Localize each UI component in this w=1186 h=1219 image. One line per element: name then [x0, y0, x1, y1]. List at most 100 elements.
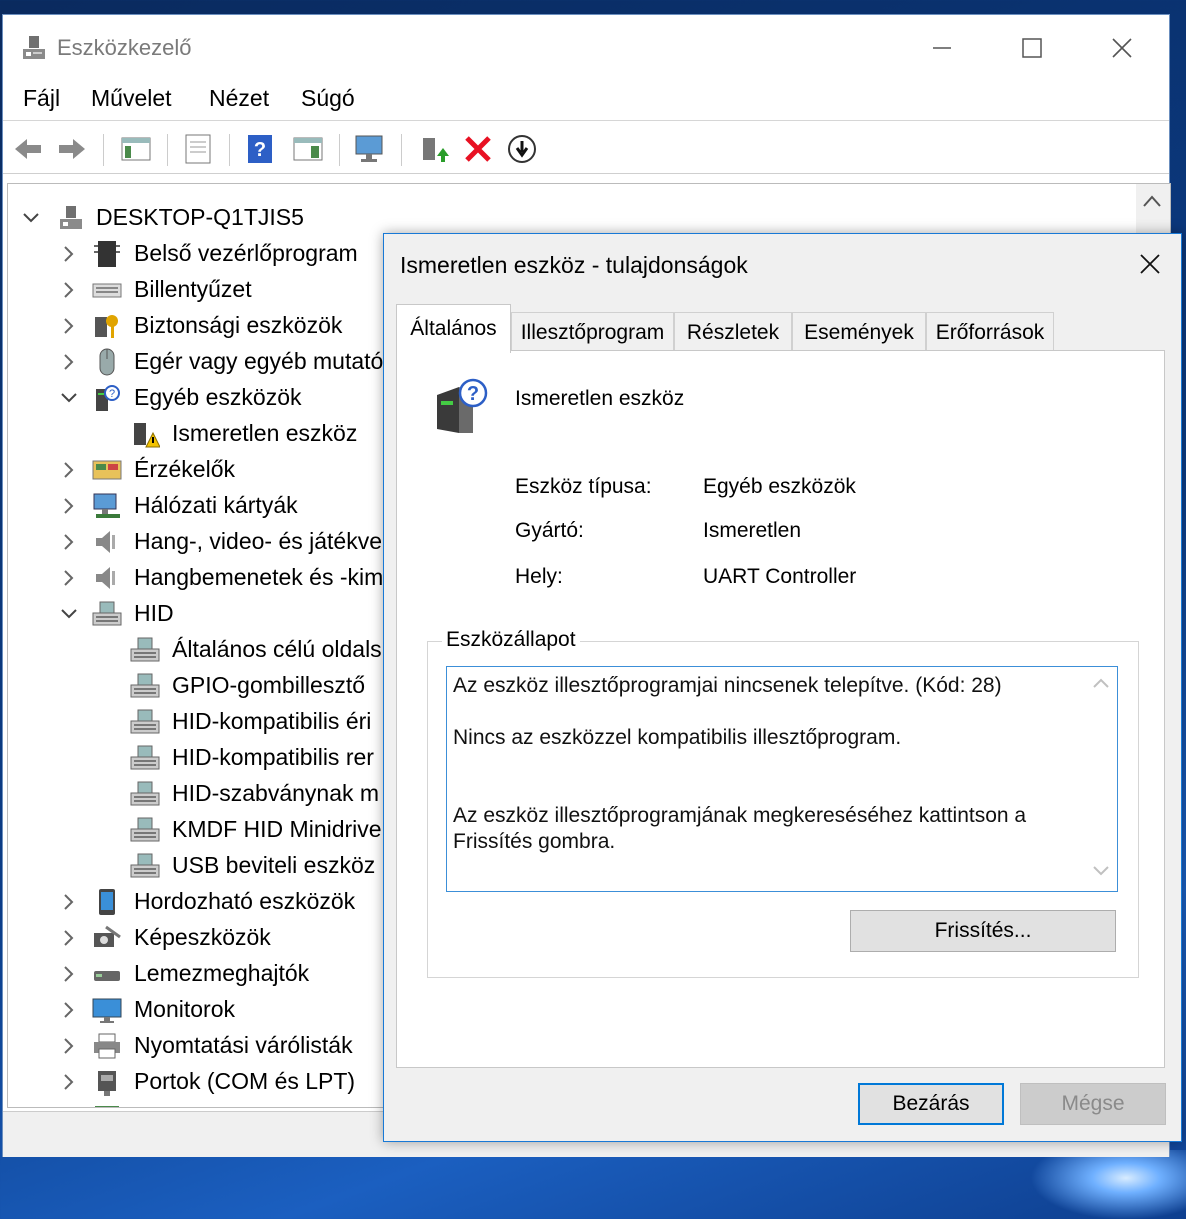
minimize-button[interactable] [897, 23, 987, 73]
chevron-right-icon[interactable] [58, 891, 80, 913]
hid-icon [130, 779, 160, 809]
dialog-tabs: Általános Illesztőprogram Részletek Esem… [396, 304, 1166, 353]
tree-item-label: HID-szabványnak m [172, 780, 380, 806]
tab-resources[interactable]: Erőforrások [926, 312, 1054, 352]
chevron-right-icon[interactable] [58, 243, 80, 265]
chevron-right-icon[interactable] [58, 315, 80, 337]
security-key-icon [92, 311, 122, 341]
tab-general[interactable]: Általános [396, 304, 511, 353]
tree-item-label: KMDF HID Minidrive [172, 816, 382, 842]
menu-help[interactable]: Súgó [301, 85, 355, 112]
scan-hardware-icon[interactable] [353, 132, 387, 166]
menu-action[interactable]: Művelet [91, 85, 172, 112]
chevron-right-icon[interactable] [58, 999, 80, 1021]
chevron-down-icon[interactable] [58, 603, 80, 625]
tab-details[interactable]: Részletek [674, 312, 792, 352]
status-line-2: Nincs az eszközzel kompatibilis illesztő… [453, 726, 902, 749]
tree-item-label: Hordozható eszközök [134, 888, 356, 914]
chevron-down-icon[interactable] [20, 207, 42, 229]
location-label: Hely: [515, 565, 563, 588]
hid-icon [130, 707, 160, 737]
chevron-right-icon[interactable] [58, 459, 80, 481]
scroll-up-icon[interactable] [1142, 194, 1162, 213]
chevron-right-icon[interactable] [58, 351, 80, 373]
tree-item-label: Egyéb eszközök [134, 384, 302, 410]
device-status-legend: Eszközállapot [442, 628, 580, 652]
dialog-close-button[interactable] [1125, 240, 1175, 288]
tree-item-label: Ismeretlen eszköz [172, 420, 358, 446]
maximize-button[interactable] [987, 23, 1077, 73]
tree-item-label: Belső vezérlőprogram [134, 240, 358, 266]
monitor-icon [92, 995, 122, 1025]
network-adapter-icon [92, 491, 122, 521]
properties-dialog: Ismeretlen eszköz - tulajdonságok Általá… [383, 233, 1182, 1142]
tab-events[interactable]: Események [792, 312, 926, 352]
tree-item-label: Monitorok [134, 996, 235, 1022]
close-button[interactable] [1077, 23, 1167, 73]
svg-text:?: ? [254, 139, 266, 161]
hid-icon [130, 743, 160, 773]
chevron-right-icon[interactable] [58, 495, 80, 517]
general-tab-panel: ? Ismeretlen eszköz Eszköz típusa: Egyéb… [396, 350, 1165, 1068]
device-status-group: Eszközállapot Az eszköz illesztőprogramj… [427, 628, 1139, 978]
computer-icon [56, 203, 86, 233]
tree-item-label: GPIO-gombillesztő [172, 672, 366, 698]
help-icon[interactable]: ? [243, 132, 277, 166]
uninstall-device-icon[interactable] [461, 132, 495, 166]
manufacturer-label: Gyártó: [515, 519, 584, 542]
chevron-right-icon[interactable] [58, 279, 80, 301]
tree-item-label: Képeszközök [134, 924, 271, 950]
status-scrollbar[interactable] [1086, 668, 1116, 890]
camera-icon [92, 923, 122, 953]
firmware-chip-icon [92, 239, 122, 269]
tree-item-label: Érzékelők [134, 456, 235, 482]
menu-view[interactable]: Nézet [209, 85, 269, 112]
tree-item-label: Nyomtatási várólisták [134, 1032, 353, 1058]
tree-root-label: DESKTOP-Q1TJIS5 [96, 204, 304, 230]
action-pane-icon[interactable] [291, 132, 325, 166]
show-hide-console-tree-icon[interactable] [119, 132, 153, 166]
chevron-right-icon[interactable] [58, 963, 80, 985]
svg-text:?: ? [109, 388, 115, 400]
back-arrow-icon[interactable] [11, 132, 45, 166]
chevron-right-icon[interactable] [58, 927, 80, 949]
printer-icon [92, 1031, 122, 1061]
device-status-textbox[interactable]: Az eszköz illesztőprogramjai nincsenek t… [446, 666, 1118, 892]
svg-text:?: ? [467, 383, 479, 405]
cancel-button[interactable]: Mégse [1020, 1083, 1166, 1125]
close-dialog-button[interactable]: Bezárás [858, 1083, 1004, 1125]
update-driver-button[interactable]: Frissítés... [850, 910, 1116, 952]
tree-item-label: Biztonsági eszközök [134, 312, 343, 338]
chevron-right-icon[interactable] [58, 531, 80, 553]
hid-icon [130, 671, 160, 701]
tree-item-label: Hálózati kártyák [134, 492, 298, 518]
chevron-right-icon[interactable] [58, 1035, 80, 1057]
chevron-down-icon[interactable] [58, 387, 80, 409]
forward-arrow-icon[interactable] [55, 132, 89, 166]
sensor-icon [92, 455, 122, 485]
chevron-right-icon[interactable] [58, 1107, 80, 1108]
tree-item-label: Portok (COM és LPT) [134, 1068, 356, 1094]
toolbar: ? [3, 122, 1169, 174]
speaker-icon [92, 563, 122, 593]
tree-item-label: Általános célú oldals [172, 636, 382, 662]
chevron-right-icon[interactable] [58, 567, 80, 589]
update-driver-icon[interactable] [417, 132, 451, 166]
keyboard-icon [92, 275, 122, 305]
status-line-3: Az eszköz illesztőprogramjának megkeresé… [453, 804, 1027, 827]
hid-icon [92, 599, 122, 629]
scroll-up-icon[interactable] [1092, 676, 1110, 694]
manufacturer-value: Ismeretlen [703, 519, 802, 542]
chevron-right-icon[interactable] [58, 1071, 80, 1093]
disk-drive-icon [92, 959, 122, 989]
device-manager-icon [19, 33, 49, 63]
unknown-device-icon: ? [433, 377, 489, 442]
tree-item-label: Processzorok [134, 1104, 273, 1107]
properties-icon[interactable] [181, 132, 215, 166]
device-type-value: Egyéb eszközök [703, 475, 856, 498]
tab-driver[interactable]: Illesztőprogram [511, 312, 674, 352]
menu-file[interactable]: Fájl [23, 85, 60, 112]
hid-icon [130, 851, 160, 881]
disable-device-icon[interactable] [505, 132, 539, 166]
scroll-down-icon[interactable] [1092, 864, 1110, 882]
